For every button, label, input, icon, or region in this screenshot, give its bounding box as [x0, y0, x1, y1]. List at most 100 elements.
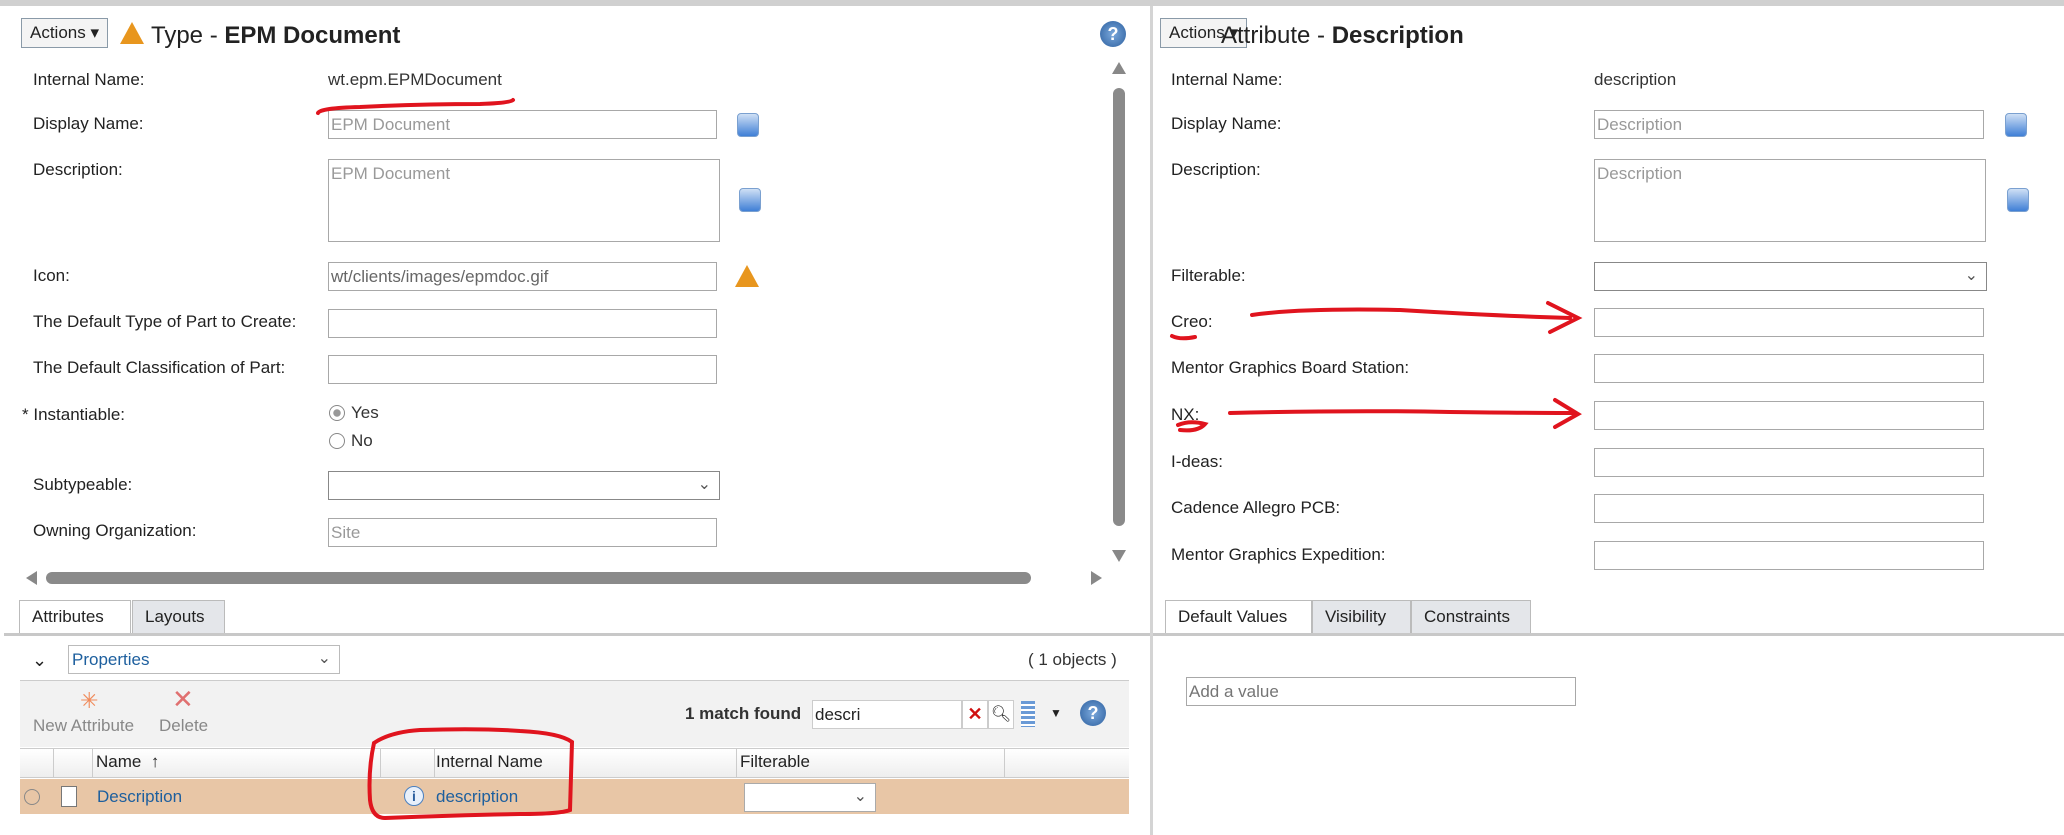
- add-value-input[interactable]: [1186, 677, 1576, 706]
- display-name-label: Display Name:: [33, 114, 144, 133]
- new-attribute-icon: ✳: [80, 688, 99, 713]
- epm-document-icon: [735, 265, 759, 287]
- clear-search-icon[interactable]: ✕: [962, 700, 988, 729]
- creo-label: Creo:: [1171, 312, 1213, 331]
- page-title: Attribute - Description: [1221, 22, 1464, 49]
- icon-input[interactable]: wt/clients/images/epmdoc.gif: [328, 262, 717, 291]
- search-icon[interactable]: 🔍︎: [988, 700, 1014, 729]
- subtypeable-label: Subtypeable:: [33, 475, 133, 494]
- top-bar: [0, 0, 2064, 6]
- instantiable-yes-radio[interactable]: [329, 405, 345, 421]
- mentor-expedition-input[interactable]: [1594, 541, 1984, 570]
- owning-org-label: Owning Organization:: [33, 521, 197, 540]
- actions-label: Actions: [30, 23, 86, 42]
- row-name-link[interactable]: Description: [97, 787, 182, 807]
- search-input[interactable]: descri: [812, 700, 962, 729]
- collapse-chevron-icon[interactable]: ⌄: [32, 650, 47, 671]
- instantiable-label: * Instantiable:: [22, 405, 126, 424]
- delete-icon: ✕: [172, 684, 194, 714]
- column-header-internal-name[interactable]: Internal Name: [436, 752, 543, 772]
- divider: [4, 633, 1150, 636]
- help-icon[interactable]: ?: [1080, 700, 1106, 726]
- display-name-input[interactable]: EPM Document: [328, 110, 717, 139]
- annotation-underline-creo: [1170, 334, 1197, 341]
- nx-input[interactable]: [1594, 401, 1984, 430]
- internal-name-label: Internal Name:: [1171, 70, 1283, 89]
- panel-splitter[interactable]: [1150, 6, 1153, 835]
- column-header-name[interactable]: Name ↑: [96, 752, 159, 772]
- description-textarea[interactable]: EPM Document: [328, 159, 720, 242]
- default-type-input[interactable]: [328, 309, 717, 338]
- page-title: Type - EPM Document: [151, 22, 401, 49]
- horizontal-scrollbar[interactable]: [46, 572, 1031, 584]
- column-header-filterable[interactable]: Filterable: [740, 752, 810, 772]
- match-count: 1 match found: [685, 704, 802, 723]
- tab-layouts[interactable]: Layouts: [132, 600, 225, 633]
- chevron-down-icon: ⌄: [697, 476, 711, 493]
- table-row[interactable]: [20, 779, 1129, 814]
- description-label: Description:: [33, 160, 123, 179]
- filterable-select[interactable]: ⌄: [1594, 262, 1987, 291]
- localize-icon[interactable]: [2005, 113, 2027, 137]
- scroll-right-arrow[interactable]: [1091, 571, 1102, 585]
- ideas-label: I-deas:: [1171, 452, 1223, 471]
- row-select-radio[interactable]: [24, 789, 40, 805]
- filterable-label: Filterable:: [1171, 266, 1246, 285]
- row-filterable-select[interactable]: ⌄: [744, 783, 876, 812]
- cadence-input[interactable]: [1594, 494, 1984, 523]
- nx-label: NX:: [1171, 405, 1200, 424]
- scroll-down-arrow[interactable]: [1112, 550, 1126, 562]
- internal-name-value: description: [1594, 70, 1677, 89]
- tab-constraints[interactable]: Constraints: [1411, 600, 1531, 633]
- sort-ascending-icon: ↑: [150, 752, 160, 771]
- tab-attributes[interactable]: Attributes: [19, 600, 131, 633]
- internal-name-label: Internal Name:: [33, 70, 145, 89]
- localize-icon[interactable]: [739, 188, 761, 212]
- default-type-label: The Default Type of Part to Create:: [33, 312, 297, 331]
- default-classification-input[interactable]: [328, 355, 717, 384]
- row-internal-name-link[interactable]: description: [436, 787, 518, 807]
- annotation-arrow-creo: [1250, 301, 1583, 334]
- yes-label: Yes: [351, 403, 379, 422]
- help-icon[interactable]: ?: [1100, 21, 1126, 47]
- scroll-up-arrow[interactable]: [1112, 62, 1126, 74]
- internal-name-value: wt.epm.EPMDocument: [328, 70, 502, 89]
- description-label: Description:: [1171, 160, 1261, 179]
- mentor-board-input[interactable]: [1594, 354, 1984, 383]
- table-header: [20, 748, 1129, 778]
- epm-document-icon: [120, 22, 144, 44]
- delete-button[interactable]: Delete: [159, 716, 208, 736]
- tab-visibility[interactable]: Visibility: [1312, 600, 1411, 633]
- ideas-input[interactable]: [1594, 448, 1984, 477]
- instantiable-no-radio[interactable]: [329, 433, 345, 449]
- localize-icon[interactable]: [737, 113, 759, 137]
- info-icon[interactable]: i: [404, 786, 424, 806]
- icon-label: Icon:: [33, 266, 70, 285]
- chevron-down-icon: ⌄: [853, 788, 867, 805]
- creo-input[interactable]: [1594, 308, 1984, 337]
- no-label: No: [351, 431, 373, 450]
- actions-label: Actions: [1169, 23, 1225, 42]
- display-name-label: Display Name:: [1171, 114, 1282, 133]
- document-icon: [61, 786, 77, 807]
- actions-button[interactable]: Actions ▾: [21, 18, 109, 48]
- scroll-left-arrow[interactable]: [26, 571, 37, 585]
- chevron-down-icon: ⌄: [1964, 267, 1978, 284]
- owning-org-input[interactable]: Site: [328, 518, 717, 547]
- vertical-scrollbar[interactable]: [1113, 88, 1125, 526]
- mentor-expedition-label: Mentor Graphics Expedition:: [1171, 545, 1386, 564]
- dropdown-arrow-icon[interactable]: ▼: [1050, 706, 1062, 720]
- display-name-input[interactable]: Description: [1594, 110, 1984, 139]
- table-view-icon[interactable]: [1021, 701, 1035, 727]
- subtypeable-select[interactable]: ⌄: [328, 471, 720, 500]
- annotation-arrow-nx: [1228, 398, 1582, 429]
- default-classification-label: The Default Classification of Part:: [33, 358, 286, 377]
- new-attribute-button[interactable]: New Attribute: [33, 716, 134, 736]
- object-count: ( 1 objects ): [1028, 650, 1117, 669]
- tab-default-values[interactable]: Default Values: [1165, 600, 1312, 633]
- chevron-down-icon: ⌄: [317, 650, 331, 667]
- view-select[interactable]: Properties ⌄: [68, 645, 340, 674]
- localize-icon[interactable]: [2007, 188, 2029, 212]
- cadence-label: Cadence Allegro PCB:: [1171, 498, 1341, 517]
- description-textarea[interactable]: Description: [1594, 159, 1986, 242]
